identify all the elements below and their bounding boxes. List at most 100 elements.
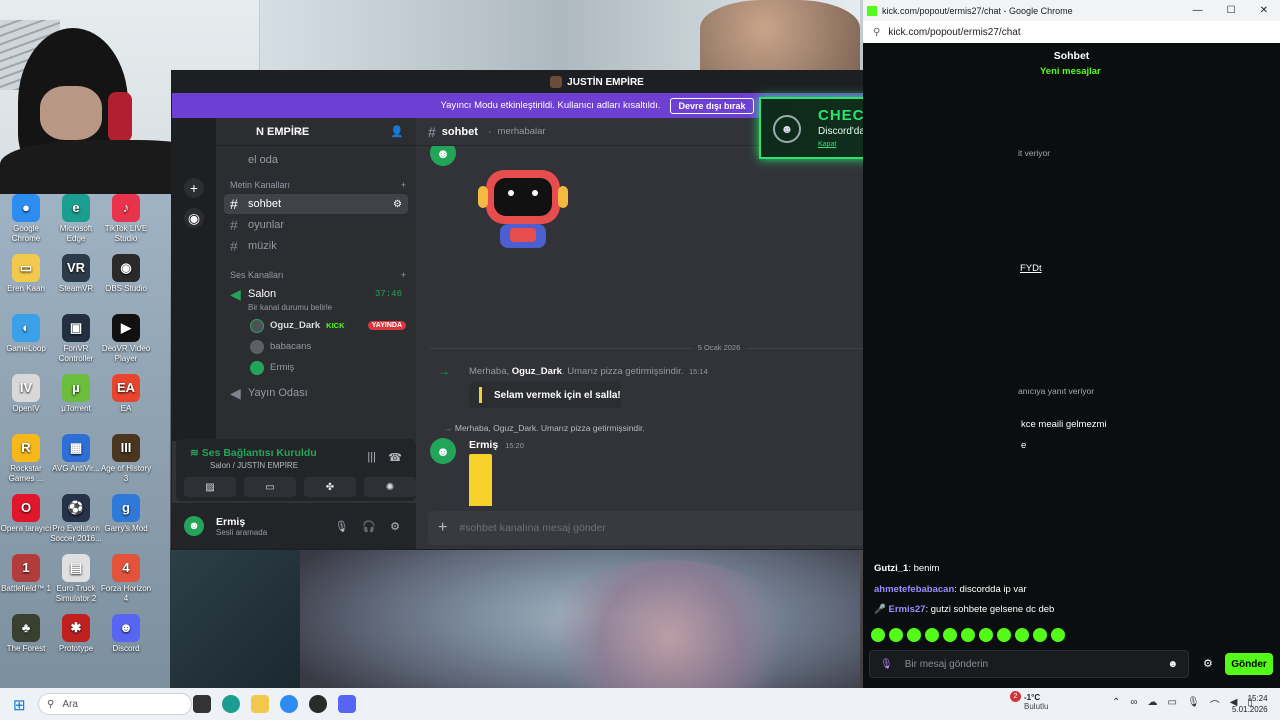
close-icon[interactable]: ✕ bbox=[1260, 5, 1268, 16]
channel-sohbet[interactable]: # sohbet ⚙ bbox=[224, 194, 408, 214]
maximize-icon[interactable]: ☐ bbox=[1227, 5, 1236, 16]
chat-username[interactable]: ahmetefebabacan bbox=[874, 584, 954, 595]
clock[interactable]: 15:24 5.01.2026 bbox=[1232, 693, 1268, 715]
taskbar-search[interactable]: ⚲ Ara bbox=[38, 693, 192, 715]
disconnect-icon[interactable]: ☎ bbox=[388, 451, 402, 464]
add-server-icon[interactable]: + bbox=[184, 178, 204, 198]
add-channel-icon[interactable]: + bbox=[401, 180, 406, 190]
microphone-icon[interactable]: 🎙 bbox=[1187, 697, 1200, 712]
reply-preview[interactable]: → Merhaba, Oguz_Dark. Umarız pizza getir… bbox=[444, 423, 645, 433]
task-view-icon[interactable] bbox=[193, 695, 211, 713]
desktop-icon[interactable]: ⚽ Pro Evolution Soccer 2016... bbox=[50, 494, 102, 544]
desktop-icon[interactable]: ▭ Eren Kaan bbox=[0, 254, 52, 294]
desktop-icon[interactable]: R Rockstar Games ... bbox=[0, 434, 52, 484]
emote-icon[interactable] bbox=[889, 628, 903, 642]
desktop-icon[interactable]: ◉ OBS Studio bbox=[100, 254, 152, 294]
desktop-icon[interactable]: ▣ FonVR Controller bbox=[50, 314, 102, 364]
soundboard-button[interactable]: ✺ bbox=[364, 477, 416, 497]
emote-icon[interactable] bbox=[1033, 628, 1047, 642]
stage-channel[interactable]: ◀ Yayın Odası bbox=[224, 383, 408, 403]
add-channel-icon[interactable]: + bbox=[401, 270, 406, 280]
desktop-icon[interactable]: ▤ Euro Truck Simulator 2 bbox=[50, 554, 102, 604]
chat-message[interactable]: ahmetefebabacan: discordda ip var bbox=[874, 584, 1027, 595]
discord-taskbar-icon[interactable] bbox=[338, 695, 356, 713]
emote-icon[interactable] bbox=[997, 628, 1011, 642]
voice-status[interactable]: Bir kanal durumu belirle bbox=[248, 303, 416, 312]
channel-top[interactable]: el oda bbox=[224, 150, 408, 170]
desktop-icon[interactable]: g Garry's Mod bbox=[100, 494, 152, 534]
desktop-icon[interactable]: e Microsoft Edge bbox=[50, 194, 102, 244]
chat-message[interactable]: 🎤 Ermis27: gutzi sohbete gelsene dc deb bbox=[874, 604, 1054, 615]
windows-start-icon[interactable]: ⊞ bbox=[13, 696, 26, 714]
explorer-taskbar-icon[interactable] bbox=[251, 695, 269, 713]
chat-input[interactable]: 🎙 Bir mesaj gönderin ☻ bbox=[869, 650, 1189, 678]
channel-muzik[interactable]: # müzik bbox=[224, 236, 408, 256]
screen-share-button[interactable]: ▭ bbox=[244, 477, 296, 497]
desktop-icon[interactable]: ♪ TikTok LIVE Studio bbox=[100, 194, 152, 244]
activities-button[interactable]: ✤ bbox=[304, 477, 356, 497]
desktop-icon[interactable]: VR SteamVR bbox=[50, 254, 102, 294]
discover-icon[interactable]: ◉ bbox=[184, 208, 204, 228]
desktop-icon[interactable]: EA EA bbox=[100, 374, 152, 414]
weather-widget[interactable]: 2 -1°C Bulutlu bbox=[1006, 691, 1048, 711]
desktop-icon[interactable]: ▶ DeoVR Video Player bbox=[100, 314, 152, 364]
emote-icon[interactable] bbox=[979, 628, 993, 642]
disable-streamer-mode-button[interactable]: Devre dışı bırak bbox=[670, 97, 754, 114]
settings-icon[interactable]: ⚙ bbox=[1203, 657, 1213, 670]
emote-icon[interactable] bbox=[1015, 628, 1029, 642]
text-category[interactable]: Metin Kanalları + bbox=[216, 180, 416, 190]
channel-settings-icon[interactable]: ⚙ bbox=[393, 199, 402, 210]
obs-taskbar-icon[interactable] bbox=[309, 695, 327, 713]
minimize-icon[interactable]: — bbox=[1193, 5, 1203, 16]
tray-icon[interactable]: ∞ bbox=[1130, 697, 1137, 712]
add-friend-icon[interactable]: 👤 bbox=[390, 125, 404, 138]
noise-icon[interactable]: ||| bbox=[367, 451, 376, 463]
system-message-user[interactable]: Oguz_Dark bbox=[512, 366, 562, 377]
plus-icon[interactable]: + bbox=[438, 519, 447, 537]
desktop-icon[interactable]: ◐ GameLoop bbox=[0, 314, 52, 354]
tray-icon[interactable]: ▭ bbox=[1168, 697, 1177, 712]
site-info-icon[interactable]: ⚲ bbox=[873, 27, 880, 38]
emote-icon[interactable] bbox=[943, 628, 957, 642]
channel-oyunlar[interactable]: # oyunlar bbox=[224, 215, 408, 235]
message-author-name[interactable]: Ermiş bbox=[469, 439, 498, 451]
emote-icon[interactable] bbox=[907, 628, 921, 642]
settings-icon[interactable]: ⚙ bbox=[390, 520, 400, 533]
camera-off-button[interactable]: ▨ bbox=[184, 477, 236, 497]
desktop-icon[interactable]: µ µTorrent bbox=[50, 374, 102, 414]
edge-taskbar-icon[interactable] bbox=[222, 695, 240, 713]
voice-user[interactable]: Ermiş bbox=[250, 357, 416, 378]
voice-channel-salon[interactable]: ◀ Salon 37:46 bbox=[224, 284, 408, 304]
new-messages-divider[interactable]: Yeni mesajlar bbox=[1040, 66, 1101, 77]
microphone-icon[interactable]: 🎙 bbox=[334, 520, 348, 533]
voice-category[interactable]: Ses Kanalları + bbox=[216, 270, 416, 280]
emote-icon[interactable] bbox=[925, 628, 939, 642]
desktop-icon[interactable]: 1 Battlefield™ 1 bbox=[0, 554, 52, 594]
desktop-icon[interactable]: ☻ Discord bbox=[100, 614, 152, 654]
desktop-icon[interactable]: ● Google Chrome bbox=[0, 194, 52, 244]
voice-user[interactable]: Oguz_Dark KICK YAYINDA bbox=[250, 315, 416, 336]
avatar[interactable]: ☻ bbox=[430, 438, 456, 464]
voice-user[interactable]: babacans bbox=[250, 336, 416, 357]
address-bar[interactable]: ⚲ kick.com/popout/ermis27/chat bbox=[863, 21, 1280, 43]
chevron-up-icon[interactable]: ⌃ bbox=[1112, 697, 1120, 712]
chrome-taskbar-icon[interactable] bbox=[280, 695, 298, 713]
desktop-icon[interactable]: IV OpenIV bbox=[0, 374, 52, 414]
emoji-icon[interactable]: ☻ bbox=[1167, 659, 1178, 670]
chat-message[interactable]: Gutzi_1: benim bbox=[874, 563, 939, 574]
desktop-icon[interactable]: O Opera tarayıcı bbox=[0, 494, 52, 534]
tray-icon[interactable]: ☁ bbox=[1148, 697, 1158, 712]
emote-icon[interactable] bbox=[1051, 628, 1065, 642]
avatar[interactable]: ☻ bbox=[184, 516, 204, 536]
message-image[interactable] bbox=[469, 454, 492, 506]
server-header[interactable]: N EMPİRE ⌄ 👤 bbox=[216, 118, 416, 146]
desktop-icon[interactable]: ♣ The Forest bbox=[0, 614, 52, 654]
desktop-icon[interactable]: III Age of History 3 bbox=[100, 434, 152, 484]
chat-username[interactable]: Gutzi_1 bbox=[874, 563, 908, 574]
desktop-icon[interactable]: ▦ AVG AntiVir... bbox=[50, 434, 102, 474]
headphones-icon[interactable]: 🎧 bbox=[362, 520, 376, 533]
checkpoint-close-link[interactable]: Kapat bbox=[818, 141, 836, 148]
chat-username[interactable]: Ermis27 bbox=[888, 604, 925, 615]
emote-icon[interactable] bbox=[871, 628, 885, 642]
emote-icon[interactable] bbox=[961, 628, 975, 642]
